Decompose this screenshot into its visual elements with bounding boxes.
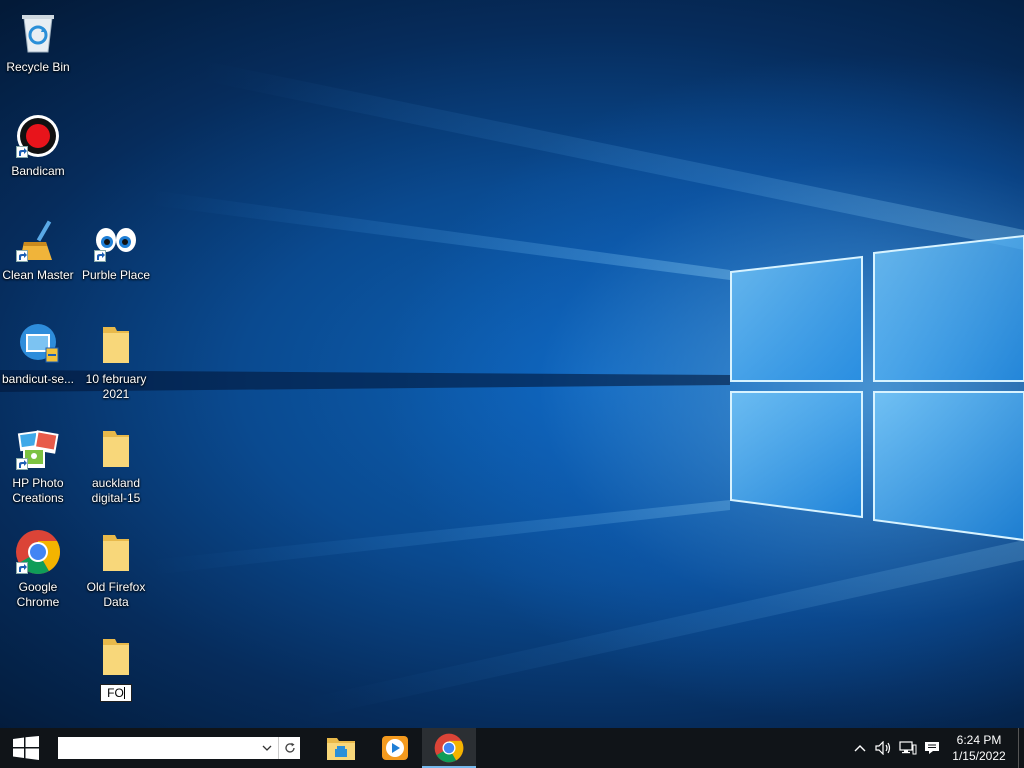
- taskbar-app-file-explorer[interactable]: [314, 728, 368, 768]
- desktop-icon-bandicam[interactable]: Bandicam: [0, 112, 76, 179]
- show-hidden-icons-chevron-up-icon[interactable]: [848, 728, 872, 768]
- desktop-icon-google-chrome[interactable]: Google Chrome: [0, 528, 76, 610]
- bandicut-installer-icon: [14, 320, 62, 368]
- taskbar-app-google-chrome[interactable]: [422, 728, 476, 768]
- shortcut-arrow-icon: [16, 458, 28, 470]
- action-center-notifications-icon[interactable]: [920, 728, 944, 768]
- folder-icon: [92, 424, 140, 472]
- clock-time: 6:24 PM: [956, 733, 1002, 747]
- folder-icon: [92, 528, 140, 576]
- refresh-icon[interactable]: [278, 737, 300, 759]
- desktop-icon-clean-master[interactable]: Clean Master: [0, 216, 76, 283]
- taskbar-app-media-player[interactable]: [368, 728, 422, 768]
- desktop-icon-folder-10-february-2021[interactable]: 10 february 2021: [78, 320, 154, 402]
- desktop-icon-label: Old Firefox Data: [86, 580, 146, 609]
- broom-icon: [14, 216, 62, 264]
- bandicam-icon: [14, 112, 62, 160]
- text-caret: [123, 687, 125, 699]
- desktop-icon-label: bandicut-se...: [1, 372, 75, 386]
- shortcut-arrow-icon: [16, 562, 28, 574]
- chrome-icon: [14, 528, 62, 576]
- desktop-icon-recycle-bin[interactable]: Recycle Bin: [0, 8, 76, 75]
- taskbar: 6:24 PM 1/15/2022: [0, 728, 1024, 768]
- desktop-icon-bandicut-setup[interactable]: bandicut-se...: [0, 320, 76, 387]
- search-input[interactable]: [58, 738, 256, 758]
- shortcut-arrow-icon: [16, 146, 28, 158]
- taskbar-search-box[interactable]: [58, 737, 300, 759]
- desktop-icon-label: 10 february 2021: [85, 372, 147, 401]
- desktop-icon-folder-auckland-digital-15[interactable]: auckland digital-15: [78, 424, 154, 506]
- media-player-icon: [382, 736, 408, 760]
- folder-icon: [92, 320, 140, 368]
- desktop-icon-label: Purble Place: [81, 268, 151, 282]
- shortcut-arrow-icon: [16, 250, 28, 262]
- start-button[interactable]: [0, 728, 52, 768]
- recycle-bin-icon: [14, 8, 62, 56]
- desktop-icon-label: Recycle Bin: [6, 60, 70, 74]
- windows-start-icon: [13, 736, 39, 760]
- desktop-icon-label: Clean Master: [2, 268, 74, 282]
- hp-photo-icon: [14, 424, 62, 472]
- folder-icon: [92, 632, 140, 680]
- show-desktop-button[interactable]: [1018, 728, 1024, 768]
- clock-date: 1/15/2022: [952, 749, 1006, 763]
- chrome-icon: [434, 733, 464, 763]
- volume-icon[interactable]: [872, 728, 896, 768]
- purble-eyes-icon: [92, 216, 140, 264]
- taskbar-clock[interactable]: 6:24 PM 1/15/2022: [944, 732, 1014, 764]
- system-tray: 6:24 PM 1/15/2022: [848, 728, 1024, 768]
- file-explorer-icon: [327, 738, 355, 760]
- desktop-icon-new-folder-renaming[interactable]: FO: [78, 632, 154, 702]
- desktop-icon-hp-photo-creations[interactable]: HP Photo Creations: [0, 424, 76, 506]
- desktop-icon-folder-old-firefox-data[interactable]: Old Firefox Data: [78, 528, 154, 610]
- desktop-icon-label: Bandicam: [11, 164, 65, 178]
- desktop-icon-purble-place[interactable]: Purble Place: [78, 216, 154, 283]
- desktop-icon-label: auckland digital-15: [91, 476, 141, 505]
- network-icon[interactable]: [896, 728, 920, 768]
- folder-rename-input[interactable]: FO: [100, 684, 132, 702]
- folder-rename-text: FO: [107, 686, 124, 700]
- chevron-down-icon[interactable]: [256, 737, 278, 759]
- desktop-icon-label: Google Chrome: [16, 580, 60, 609]
- desktop-icon-label: HP Photo Creations: [12, 476, 64, 505]
- shortcut-arrow-icon: [94, 250, 106, 262]
